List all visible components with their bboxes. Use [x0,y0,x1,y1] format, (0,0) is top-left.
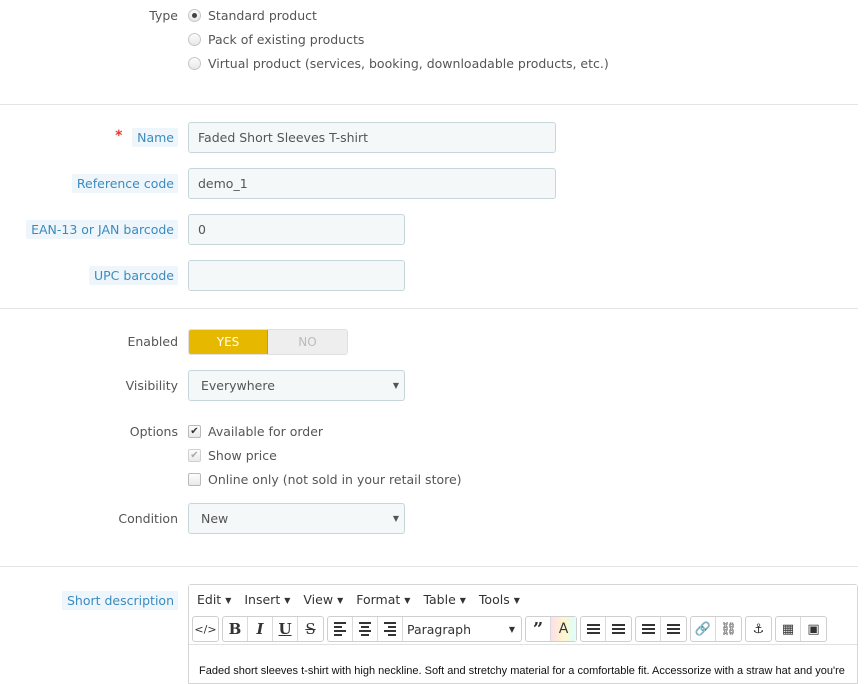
required-marker: * [115,128,123,144]
caret-down-icon: ▼ [459,596,466,605]
align-center-icon[interactable] [353,617,378,641]
link-icon[interactable]: 🔗 [691,617,716,641]
condition-label: Condition [118,511,178,526]
caret-down-icon: ▼ [337,596,344,605]
checkbox-available-for-order[interactable]: ✔ Available for order [188,424,323,439]
visibility-label: Visibility [125,378,178,393]
upc-label: UPC barcode [89,266,178,285]
numbered-list-icon[interactable] [606,617,631,641]
name-label: * Name [115,128,178,147]
rich-text-editor[interactable]: Edit ▼ Insert ▼ View ▼ Format ▼ Table ▼ Tools… [188,584,858,684]
outdent-icon[interactable] [636,617,661,641]
text-color-icon[interactable]: A [551,617,576,641]
radio-virtual-product[interactable]: Virtual product (services, booking, down… [188,56,609,71]
checkbox-label: Show price [208,448,277,463]
enabled-switch[interactable]: YES NO [188,329,348,355]
blockquote-icon[interactable]: ” [526,617,551,641]
upc-input[interactable] [188,260,405,291]
radio-label: Standard product [208,8,317,23]
checkbox-checked-icon[interactable]: ✔ [188,449,201,462]
editor-toolbar: </> B I U S Paragraph ▼ ” A 🔗 ⛓ ⚓ ▦ ▣ [189,614,857,645]
indent-icon[interactable] [661,617,686,641]
checkbox-online-only[interactable]: Online only (not sold in your retail sto… [188,472,462,487]
condition-select[interactable]: New ▼ [188,503,405,534]
unlink-icon[interactable]: ⛓ [716,617,741,641]
checkbox-icon[interactable] [188,473,201,486]
visibility-value: Everywhere [201,378,275,393]
menu-edit[interactable]: Edit ▼ [197,592,231,607]
caret-down-icon: ▼ [284,596,291,605]
underline-icon[interactable]: U [273,617,298,641]
menu-table[interactable]: Table ▼ [423,592,465,607]
name-label-text: Name [137,130,174,145]
radio-standard-product[interactable]: Standard product [188,8,317,23]
menu-tools[interactable]: Tools ▼ [479,592,520,607]
align-left-icon[interactable] [328,617,353,641]
section-divider [0,104,858,105]
radio-pack-product[interactable]: Pack of existing products [188,32,364,47]
radio-selected-icon[interactable] [188,9,201,22]
enabled-yes-option[interactable]: YES [189,330,268,354]
checkbox-checked-icon[interactable]: ✔ [188,425,201,438]
source-code-icon[interactable]: </> [193,617,218,641]
name-input[interactable]: Faded Short Sleeves T-shirt [188,122,556,153]
enabled-no-option[interactable]: NO [268,330,347,354]
radio-icon[interactable] [188,57,201,70]
section-divider [0,566,858,567]
menu-view[interactable]: View ▼ [303,592,343,607]
caret-down-icon: ▼ [225,596,232,605]
caret-down-icon: ▼ [508,624,515,634]
caret-down-icon: ▼ [404,596,411,605]
ean-input[interactable]: 0 [188,214,405,245]
radio-label: Pack of existing products [208,32,365,47]
checkbox-label: Online only (not sold in your retail sto… [208,472,462,487]
block-format-value: Paragraph [407,621,472,637]
chevron-down-icon: ▼ [392,514,399,523]
bold-icon[interactable]: B [223,617,248,641]
section-divider [0,308,858,309]
align-right-icon[interactable] [378,617,403,641]
type-label: Type [149,8,178,23]
reference-code-label: Reference code [71,174,178,193]
editor-content[interactable]: Faded short sleeves t-shirt with high ne… [189,645,857,677]
visibility-select[interactable]: Everywhere ▼ [188,370,405,401]
condition-value: New [201,511,229,526]
italic-icon[interactable]: I [248,617,273,641]
media-icon[interactable]: ▦ [776,617,801,641]
checkbox-show-price[interactable]: ✔ Show price [188,448,277,463]
enabled-label: Enabled [127,334,178,349]
anchor-icon[interactable]: ⚓ [746,617,771,641]
options-label: Options [129,424,178,439]
image-icon[interactable]: ▣ [801,617,826,641]
block-format-dropdown[interactable]: Paragraph ▼ [403,617,521,641]
checkbox-label: Available for order [208,424,324,439]
radio-label: Virtual product (services, booking, down… [208,56,609,71]
editor-menubar: Edit ▼ Insert ▼ View ▼ Format ▼ Table ▼ Tools… [189,585,857,614]
chevron-down-icon: ▼ [392,381,399,390]
ean-label: EAN-13 or JAN barcode [26,220,178,239]
menu-insert[interactable]: Insert ▼ [244,592,290,607]
caret-down-icon: ▼ [513,596,520,605]
reference-code-input[interactable]: demo_1 [188,168,556,199]
short-description-label: Short description [61,591,178,610]
radio-icon[interactable] [188,33,201,46]
menu-format[interactable]: Format ▼ [356,592,410,607]
bullet-list-icon[interactable] [581,617,606,641]
strikethrough-icon[interactable]: S [298,617,323,641]
